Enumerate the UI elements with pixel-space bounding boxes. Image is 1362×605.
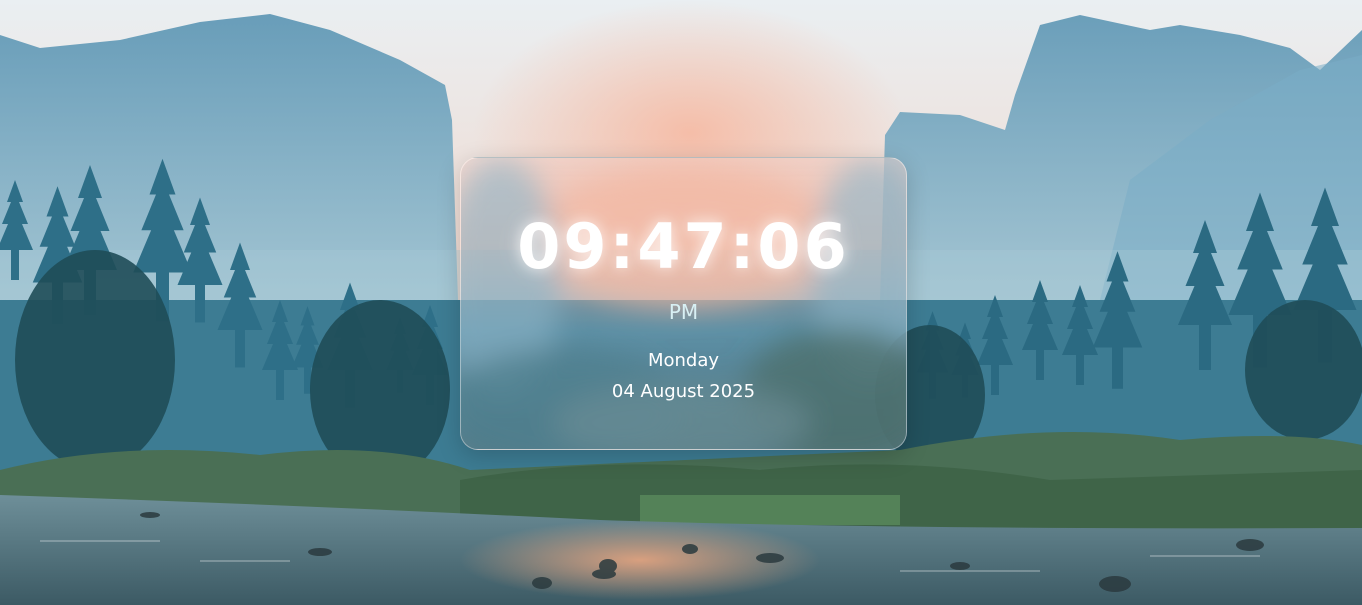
clock-date: 04 August 2025 — [611, 381, 756, 402]
clock-card: 09:47:06 PM Monday 04 August 2025 — [460, 157, 907, 450]
clock-period: PM — [668, 300, 699, 324]
clock-day: Monday — [647, 350, 720, 371]
clock-time: 09:47:06 — [517, 210, 850, 283]
